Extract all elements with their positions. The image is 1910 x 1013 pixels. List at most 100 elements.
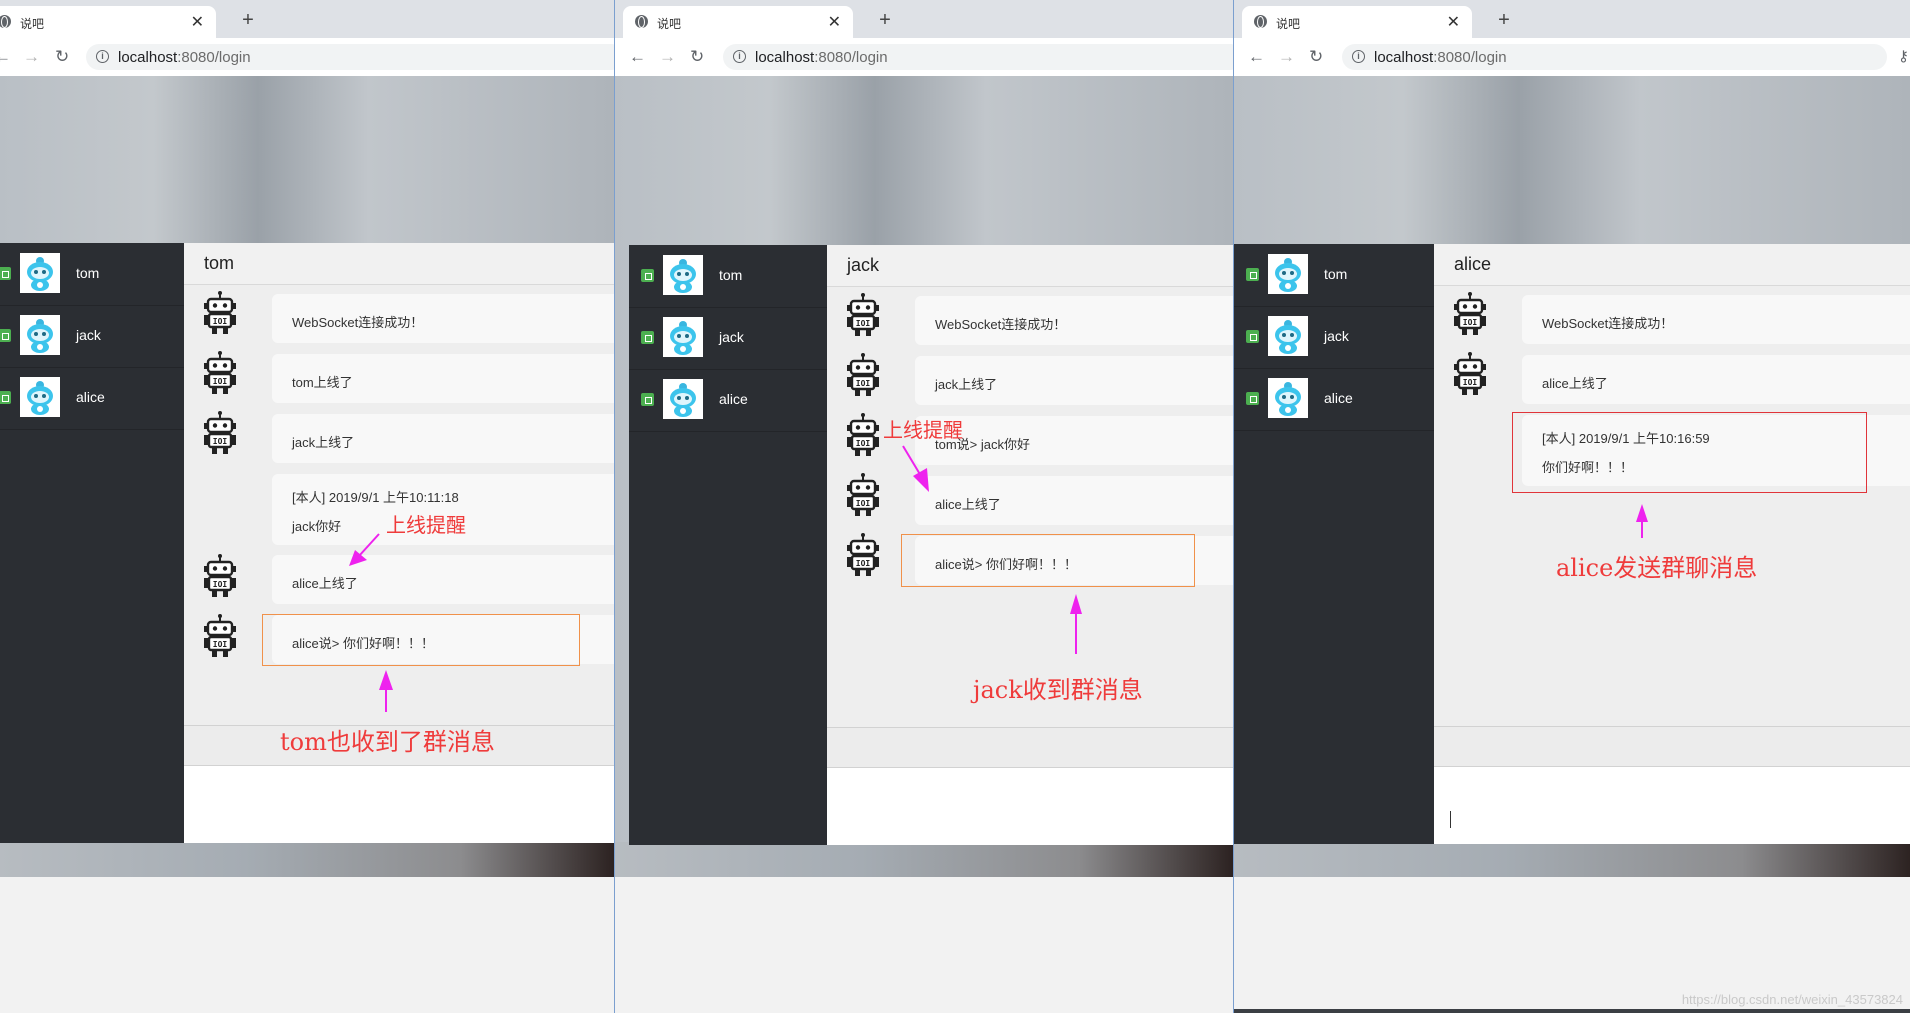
composer-toolbar xyxy=(827,727,1233,768)
annotation-jack-received: jack收到群消息 xyxy=(973,676,1143,704)
browser-window-tom: 说吧 ✕ + ← → ↻ i localhost:8080/login tom … xyxy=(0,0,614,1013)
robot-avatar-icon xyxy=(200,553,240,597)
online-indicator xyxy=(641,393,654,406)
message-input[interactable] xyxy=(184,765,614,843)
page-footer-strip xyxy=(615,842,1233,877)
new-tab-icon[interactable]: + xyxy=(238,9,258,32)
message-bubble: alice上线了 xyxy=(1522,355,1910,404)
chat-app: tom jack alice alice WebSocket连接成功！ alic… xyxy=(1234,244,1910,844)
message-bubble: alice上线了 xyxy=(272,555,614,604)
contact-avatar xyxy=(1268,316,1308,356)
chat-header: jack xyxy=(827,245,1233,287)
contact-avatar xyxy=(663,255,703,295)
online-indicator xyxy=(0,329,11,342)
online-indicator xyxy=(641,269,654,282)
forward-icon[interactable]: → xyxy=(659,47,676,67)
message-meta: [本人] 2019/9/1 上午10:11:18 xyxy=(292,490,459,505)
back-icon[interactable]: ← xyxy=(629,47,646,67)
info-icon[interactable]: i xyxy=(1352,50,1365,63)
arrow-icon xyxy=(902,445,929,492)
online-indicator xyxy=(0,391,11,404)
robot-avatar-icon xyxy=(843,292,883,336)
contact-name: jack xyxy=(719,329,744,345)
robot-avatar-icon xyxy=(843,532,883,576)
highlight-box xyxy=(901,534,1195,587)
robot-avatar-icon xyxy=(1450,351,1490,395)
tab-shuoba[interactable]: 说吧 ✕ xyxy=(0,6,216,38)
robot-avatar-icon xyxy=(843,352,883,396)
key-icon[interactable]: ⚷ xyxy=(1898,47,1909,65)
message-bubble: jack上线了 xyxy=(272,414,614,463)
address-bar-row: ← → ↻ i localhost:8080/login xyxy=(615,38,1233,77)
arrow-icon xyxy=(1636,504,1648,538)
annotation-online-notice: 上线提醒 xyxy=(883,418,963,442)
contact-item-jack[interactable]: jack xyxy=(0,305,184,368)
contact-item-tom[interactable]: tom xyxy=(1234,244,1434,307)
message-bubble: jack上线了 xyxy=(915,356,1233,405)
contact-item-tom[interactable]: tom xyxy=(0,243,184,306)
contact-sidebar: tom jack alice xyxy=(629,245,827,845)
contact-name: tom xyxy=(1324,266,1348,282)
chat-header: alice xyxy=(1434,244,1910,286)
annotation-tom-received: tom也收到了群消息 xyxy=(280,728,495,756)
new-tab-icon[interactable]: + xyxy=(1494,9,1514,32)
contact-sidebar: tom jack alice xyxy=(1234,244,1434,844)
highlight-box xyxy=(1512,412,1867,493)
composer-toolbar xyxy=(1434,726,1910,767)
url-path: :8080/login xyxy=(177,49,251,66)
contact-item-alice[interactable]: alice xyxy=(0,367,184,430)
close-tab-icon[interactable]: ✕ xyxy=(828,12,841,32)
close-tab-icon[interactable]: ✕ xyxy=(191,12,204,32)
forward-icon[interactable]: → xyxy=(1278,47,1295,67)
new-tab-icon[interactable]: + xyxy=(875,9,895,32)
message-text: jack你好 xyxy=(292,519,342,534)
contact-item-alice[interactable]: alice xyxy=(1234,368,1434,431)
chat-header: tom xyxy=(184,243,614,285)
reload-icon[interactable]: ↻ xyxy=(55,47,69,67)
message-text: WebSocket连接成功！ xyxy=(292,315,424,330)
contact-avatar xyxy=(20,253,60,293)
message-bubble: WebSocket连接成功！ xyxy=(1522,295,1910,344)
contact-name: jack xyxy=(1324,328,1349,344)
message-input[interactable] xyxy=(827,767,1233,845)
contact-item-tom[interactable]: tom xyxy=(629,245,827,308)
contact-avatar xyxy=(20,377,60,417)
message-bubble: alice上线了 xyxy=(915,476,1233,525)
message-text: jack上线了 xyxy=(292,435,355,450)
url-host: localhost xyxy=(118,49,178,66)
online-indicator xyxy=(0,267,11,280)
contact-avatar xyxy=(663,317,703,357)
message-input[interactable] xyxy=(1434,766,1910,844)
reload-icon[interactable]: ↻ xyxy=(1309,47,1323,67)
back-icon[interactable]: ← xyxy=(0,47,11,67)
message-text: WebSocket连接成功！ xyxy=(935,317,1067,332)
forward-icon[interactable]: → xyxy=(23,47,40,67)
address-bar-row: ← → ↻ i localhost:8080/login ⚷ xyxy=(1234,38,1910,77)
info-icon[interactable]: i xyxy=(96,50,109,63)
info-icon[interactable]: i xyxy=(733,50,746,63)
contact-item-alice[interactable]: alice xyxy=(629,369,827,432)
contact-sidebar: tom jack alice xyxy=(0,243,184,843)
close-tab-icon[interactable]: ✕ xyxy=(1447,12,1460,32)
tab-shuoba[interactable]: 说吧 ✕ xyxy=(623,6,853,38)
browser-window-jack: 说吧 ✕ + ← → ↻ i localhost:8080/login tom … xyxy=(614,0,1233,1013)
contact-name: tom xyxy=(76,265,100,281)
arrow-icon xyxy=(1070,594,1082,654)
online-indicator xyxy=(1246,392,1259,405)
arrow-icon xyxy=(379,670,393,712)
highlight-box xyxy=(262,614,580,666)
chat-area: alice WebSocket连接成功！ alice上线了 [本人] 2019/… xyxy=(1434,244,1910,844)
message-text: alice上线了 xyxy=(935,497,1001,512)
back-icon[interactable]: ← xyxy=(1248,47,1265,67)
contact-item-jack[interactable]: jack xyxy=(629,307,827,370)
tab-title: 说吧 xyxy=(20,17,45,31)
contact-avatar xyxy=(1268,378,1308,418)
reload-icon[interactable]: ↻ xyxy=(690,47,704,67)
tab-shuoba[interactable]: 说吧 ✕ xyxy=(1242,6,1472,38)
contact-name: alice xyxy=(719,391,748,407)
url-field[interactable]: i localhost:8080/login xyxy=(86,44,614,70)
message-bubble: WebSocket连接成功！ xyxy=(272,294,614,343)
contact-item-jack[interactable]: jack xyxy=(1234,306,1434,369)
url-field[interactable]: i localhost:8080/login xyxy=(723,44,1233,70)
url-field[interactable]: i localhost:8080/login xyxy=(1342,44,1887,70)
